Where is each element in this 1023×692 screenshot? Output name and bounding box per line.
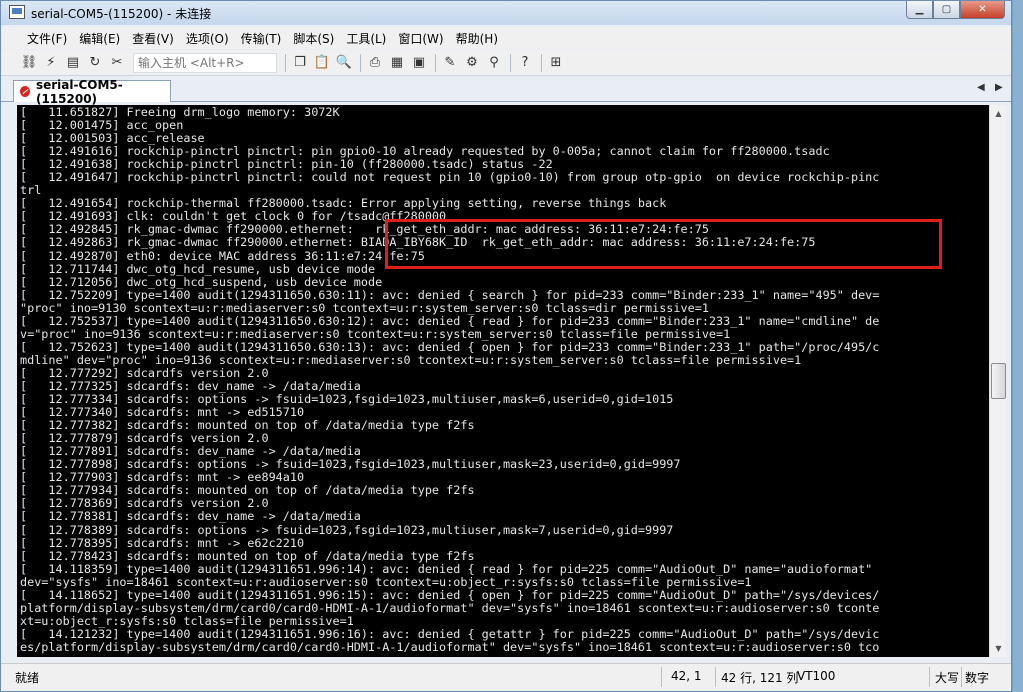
terminal-line: [ 14.121232] type=1400 audit(1294311651.…	[20, 626, 880, 641]
window-title: serial-COM5-(115200) - 未连接	[31, 7, 212, 21]
sftp-icon[interactable]: ⊞	[546, 53, 566, 73]
find-icon[interactable]: 🔍	[334, 53, 354, 73]
terminal-line: [ 12.778423] sdcardfs: mounted on top of…	[20, 548, 475, 563]
menu-help[interactable]: 帮助(H)	[450, 30, 504, 47]
terminal-line: [ 12.778389] sdcardfs: options -> fsuid=…	[20, 522, 674, 537]
terminal-line: [ 12.752537] type=1400 audit(1294311650.…	[20, 313, 880, 328]
menu-bar: 文件(F) 编辑(E) 查看(V) 选项(O) 传输(T) 脚本(S) 工具(L…	[1, 27, 1011, 49]
tab-left-arrow-icon[interactable]: ◀	[977, 82, 985, 93]
print-icon[interactable]: ⎙	[365, 53, 385, 73]
maximize-button[interactable]: ▢	[933, 1, 960, 19]
terminal-line: mdline" dev="proc" ino=9136 scontext=u:r…	[20, 352, 802, 367]
terminal-line: [ 12.752209] type=1400 audit(1294311650.…	[20, 287, 880, 302]
terminal-line: [ 12.752623] type=1400 audit(1294311650.…	[20, 339, 880, 354]
scroll-up-icon[interactable]: ▲	[990, 105, 1007, 122]
tab-right-arrow-icon[interactable]: ▶	[995, 82, 1003, 93]
terminal-line: [ 12.778395] sdcardfs: mnt -> e62c2210	[20, 535, 305, 550]
disconnected-icon	[20, 86, 30, 97]
status-cursor: 42, 1	[671, 669, 702, 683]
terminal-line: platform/display-subsystem/drm/card0/car…	[20, 600, 880, 615]
desktop-background	[1013, 0, 1023, 692]
terminal-line: [ 12.491647] rockchip-pinctrl pinctrl: c…	[20, 170, 880, 185]
log-icon[interactable]: ▣	[409, 53, 429, 73]
reconnect-icon[interactable]: ↻	[85, 53, 105, 73]
terminal-line: [ 12.712056] dwc_otg_hcd_suspend, usb de…	[20, 274, 383, 289]
terminal-line: [ 12.778381] sdcardfs: dev_name -> /data…	[20, 509, 361, 524]
highlight-box	[385, 219, 942, 269]
terminal-line: "proc" ino=9130 scontext=u:r:mediaserver…	[20, 300, 709, 315]
copy-icon[interactable]: ❐	[290, 53, 310, 73]
app-icon	[9, 5, 25, 19]
help-icon[interactable]: ?	[515, 53, 535, 73]
tab-label: serial-COM5-(115200)	[35, 77, 123, 106]
toolbar: ⛓ ⚡ ▤ ↻ ✂ ❐ 📋 🔍 ⎙ ▦ ▣ ✎ ⚙ ⚲ ? ⊞	[1, 50, 1011, 76]
terminal-line: v="proc" ino=9136 scontext=u:r:mediaserv…	[20, 326, 731, 341]
terminal-line: dev="sysfs" ino=18461 scontext=u:r:audio…	[20, 574, 752, 589]
global-options-icon[interactable]: ⚙	[462, 53, 482, 73]
menu-window[interactable]: 窗口(W)	[392, 30, 449, 47]
host-input[interactable]	[133, 52, 277, 73]
status-ready: 就绪	[15, 671, 40, 685]
quick-connect-icon[interactable]: ⚡	[41, 53, 61, 73]
scroll-thumb[interactable]	[991, 363, 1006, 399]
status-emulation: VT100	[797, 669, 836, 683]
terminal-lines: [ 11.651827] Freeing drm_logo memory: 30…	[17, 105, 989, 654]
menu-file[interactable]: 文件(F)	[21, 30, 73, 47]
title-bar[interactable]: serial-COM5-(115200) - 未连接 ▁ ▢ ✕	[1, 1, 1011, 25]
print-setup-icon[interactable]: ▦	[387, 53, 407, 73]
menu-view[interactable]: 查看(V)	[126, 30, 180, 47]
connect-icon[interactable]: ⛓	[19, 53, 39, 73]
tab-serial-com5[interactable]: serial-COM5-(115200)	[13, 78, 171, 106]
menu-script[interactable]: 脚本(S)	[287, 30, 340, 47]
status-bar: 就绪 42, 1 42 行, 121 列 VT100 大写 数字	[1, 663, 1011, 691]
session-options-icon[interactable]: ✎	[440, 53, 460, 73]
paste-icon[interactable]: 📋	[312, 53, 332, 73]
menu-transfer[interactable]: 传输(T)	[235, 30, 288, 47]
session-tab-bar: serial-COM5-(115200) ◀ ▶	[1, 77, 1011, 106]
terminal-line: xt=u:object_r:sysfs:s0 tclass=file permi…	[20, 613, 354, 628]
menu-edit[interactable]: 编辑(E)	[73, 30, 126, 47]
terminal-line: es/platform/display-subsystem/drm/card0/…	[20, 639, 880, 654]
status-caps: 大写	[935, 671, 960, 685]
close-button[interactable]: ✕	[960, 1, 1005, 19]
status-num: 数字	[965, 671, 990, 685]
connect-in-tab-icon[interactable]: ▤	[63, 53, 83, 73]
menu-tools[interactable]: 工具(L)	[340, 30, 392, 47]
vertical-scrollbar[interactable]: ▲ ▼	[989, 105, 1006, 657]
minimize-button[interactable]: ▁	[906, 1, 933, 19]
terminal-output[interactable]: [ 11.651827] Freeing drm_logo memory: 30…	[17, 105, 989, 657]
terminal-line: [ 14.118359] type=1400 audit(1294311651.…	[20, 561, 873, 576]
app-window: serial-COM5-(115200) - 未连接 ▁ ▢ ✕ 文件(F) 编…	[0, 0, 1012, 692]
status-size: 42 行, 121 列	[721, 671, 799, 685]
disconnect-icon[interactable]: ✂	[107, 53, 127, 73]
keymap-icon[interactable]: ⚲	[484, 53, 504, 73]
scroll-down-icon[interactable]: ▼	[990, 640, 1007, 657]
menu-options[interactable]: 选项(O)	[180, 30, 235, 47]
terminal-line: [ 14.118652] type=1400 audit(1294311651.…	[20, 587, 880, 602]
